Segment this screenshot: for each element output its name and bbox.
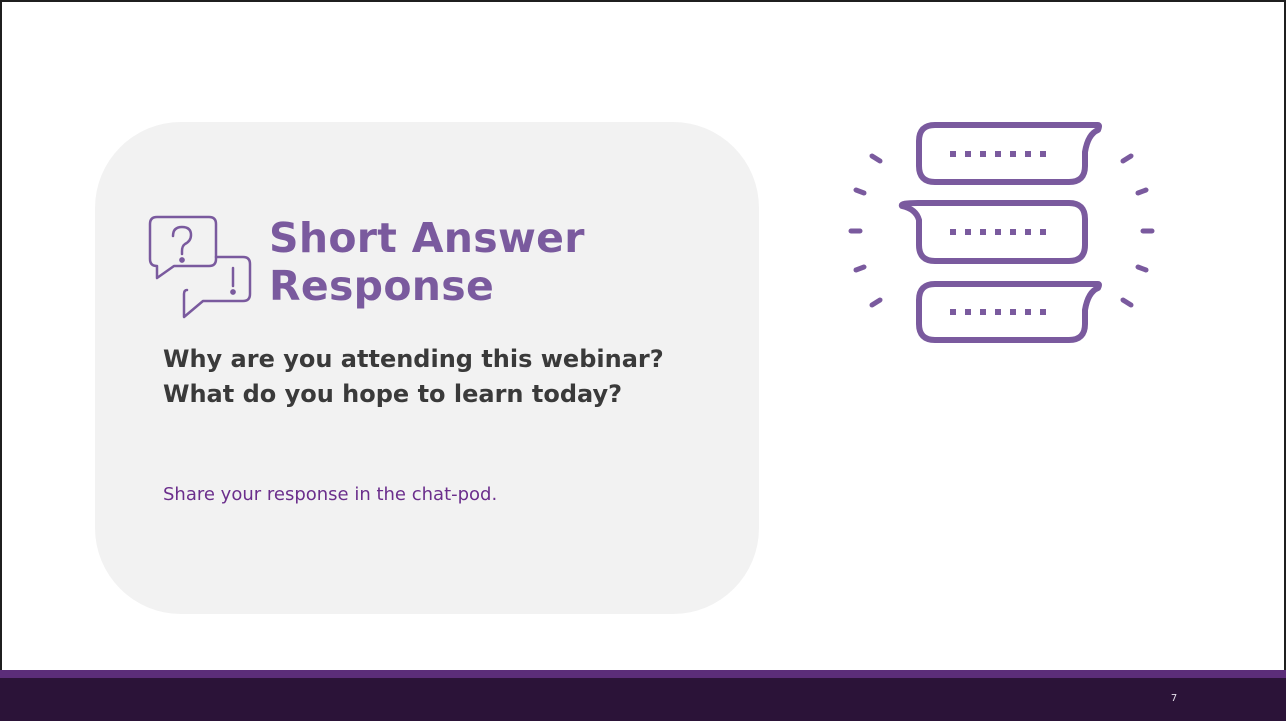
slide: Short Answer Response Why are you attend…: [0, 0, 1286, 721]
question-answer-icon: [148, 215, 252, 319]
footer-bar: [0, 678, 1286, 721]
page-number: 7: [1170, 693, 1178, 704]
instruction-text: Share your response in the chat-pod.: [163, 484, 498, 505]
slide-title-line-1: Short Answer: [269, 214, 585, 262]
chat-messages-icon: [848, 122, 1155, 343]
question-text: Why are you attending this webinar? What…: [163, 345, 664, 408]
slide-title: Short Answer Response: [269, 214, 739, 310]
footer-accent-bar: [0, 670, 1286, 678]
slide-title-line-2: Response: [269, 262, 495, 310]
